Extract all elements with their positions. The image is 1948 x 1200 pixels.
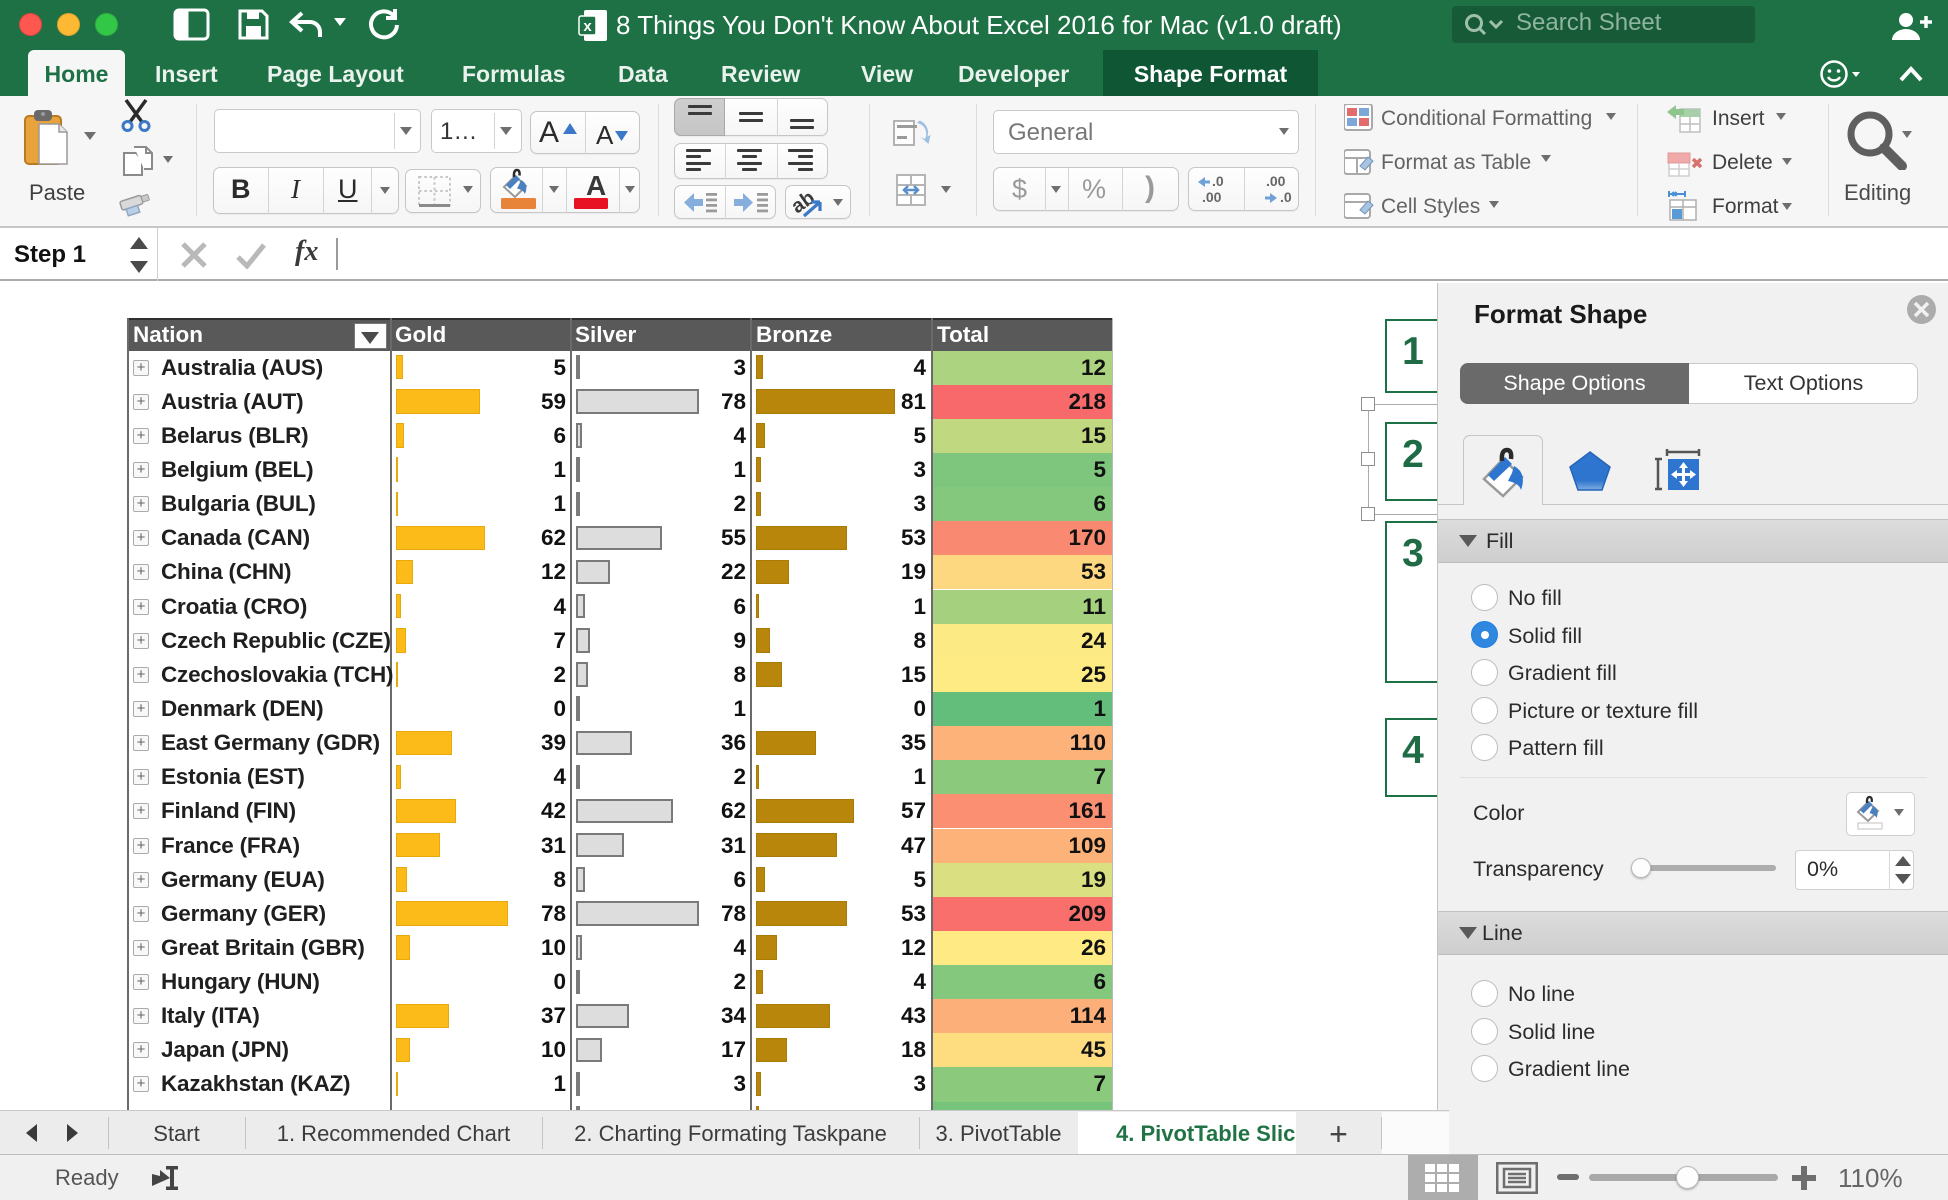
svg-text:.00: .00	[1202, 189, 1222, 205]
svg-text:.0: .0	[1212, 173, 1224, 189]
svg-text:.0: .0	[1280, 189, 1292, 205]
svg-text:.00: .00	[1266, 173, 1286, 189]
